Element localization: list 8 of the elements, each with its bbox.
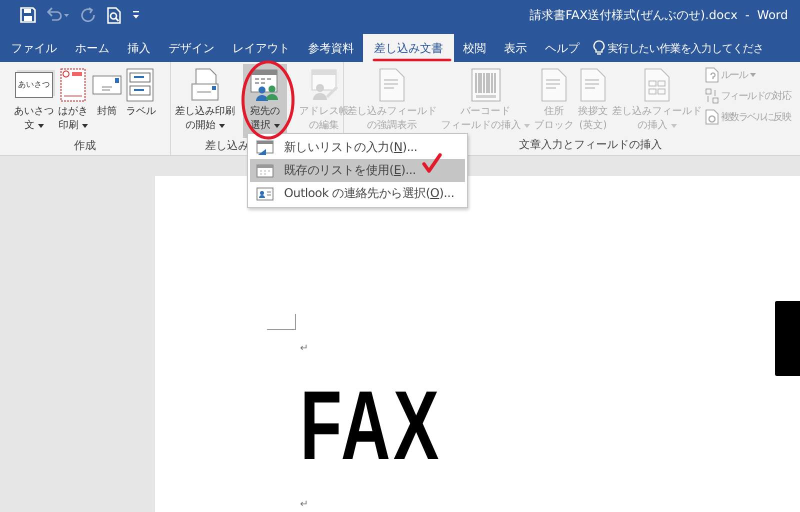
group-label: 差し込み [205,138,249,154]
paragraph-mark: ↵ [300,342,308,356]
group-label: 文章入力とフィールドの挿入 [519,137,662,153]
window-title: 請求書FAX送付様式(ぜんぶのせ).docx - Word [530,6,788,24]
greeting-card-icon: あいさつ [15,72,53,98]
paragraph-mark: ↵ [300,498,308,512]
document-heading: FAX [300,376,442,474]
group-label: 作成 [74,138,96,154]
